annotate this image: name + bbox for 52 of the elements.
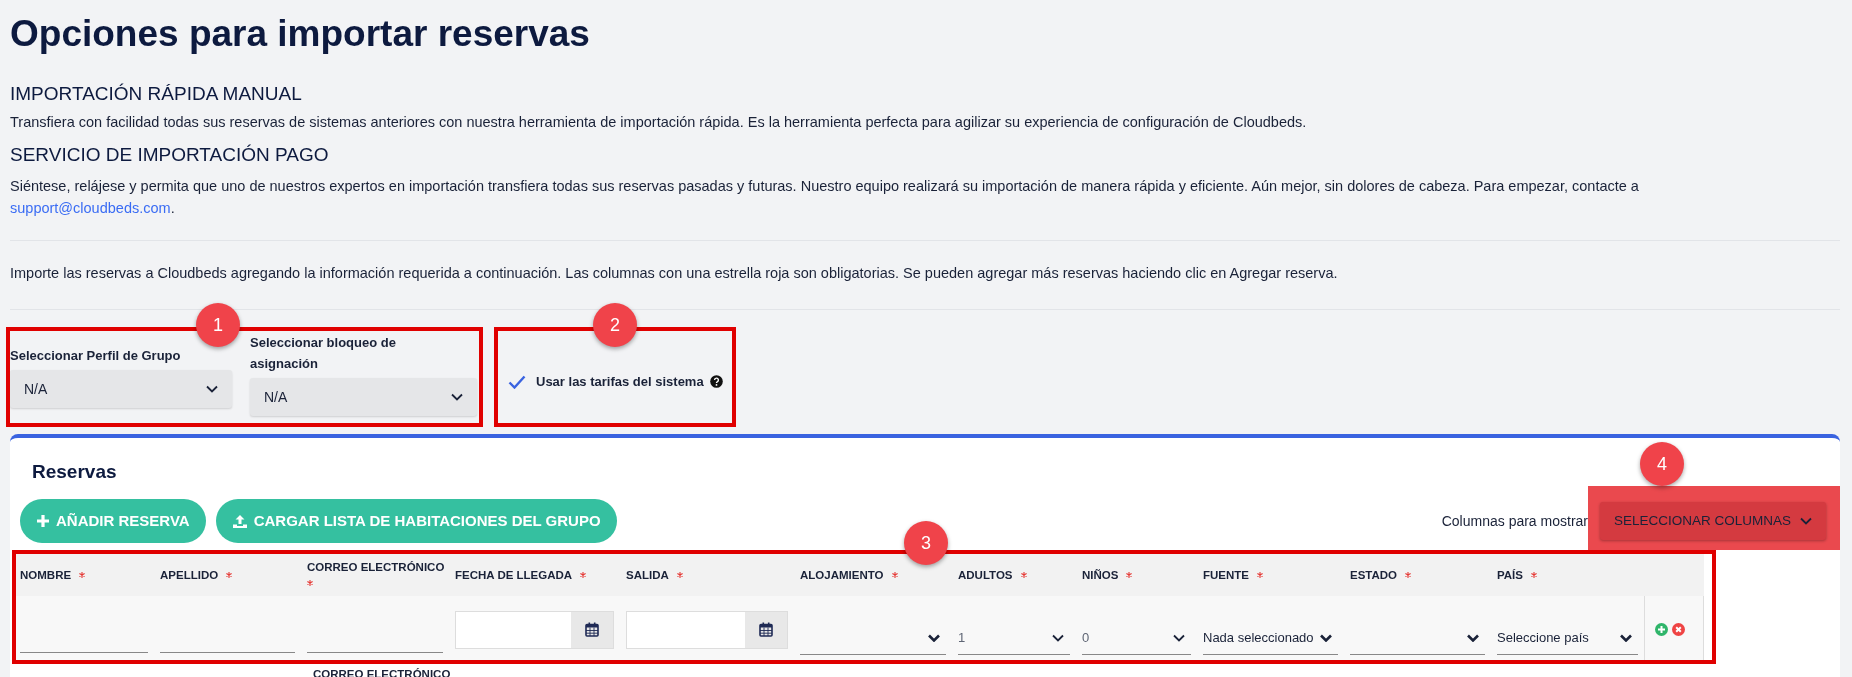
column-header: FECHA DE LLEGADA bbox=[455, 567, 573, 583]
plus-icon bbox=[36, 514, 50, 528]
field-label: Seleccionar bloqueo de asignación bbox=[250, 335, 396, 371]
checkbox-label: Usar las tarifas del sistema bbox=[536, 373, 704, 391]
date-input-field[interactable] bbox=[626, 610, 788, 649]
upload-icon bbox=[231, 513, 248, 529]
checkbox[interactable] bbox=[508, 373, 526, 390]
step-number-badge: 1 bbox=[196, 303, 240, 347]
select-dropdown[interactable]: 1 bbox=[958, 622, 1070, 655]
chevron-down-icon bbox=[1800, 517, 1812, 525]
column-header: SALIDA bbox=[626, 567, 669, 583]
section-heading: SERVICIO DE IMPORTACIÓN PAGO bbox=[10, 144, 330, 166]
section-heading: IMPORTACIÓN RÁPIDA MANUAL bbox=[10, 83, 303, 105]
chevron-down-icon bbox=[206, 385, 218, 393]
calendar-icon bbox=[759, 622, 773, 637]
column-header: ALOJAMIENTO bbox=[800, 567, 884, 583]
section-text: Transfiera con facilidad todas sus reservas de sistemas anteriores con nuestra herramienta de importación rápida. Es la herramienta perfecta para agilizar su experiencia de configuración de Cloudbeds. bbox=[10, 113, 1308, 132]
chevron-down-icon bbox=[451, 393, 463, 401]
chevron-down-icon bbox=[1052, 634, 1064, 642]
columns-label: Columnas para mostrar bbox=[1441, 511, 1588, 531]
calendar-icon bbox=[585, 622, 599, 637]
column-header: NOMBRE bbox=[20, 567, 72, 583]
field-label: Seleccionar Perfil de Grupo bbox=[10, 348, 181, 363]
columns-dropdown[interactable]: SELECCIONAR COLUMNAS bbox=[1600, 502, 1826, 540]
column-header: CORREO ELECTRÓNICO bbox=[307, 559, 445, 575]
chevron-down-icon bbox=[1173, 634, 1185, 642]
chevron-down-icon bbox=[1320, 634, 1332, 642]
date-input-field[interactable] bbox=[455, 610, 614, 649]
card-title: Reservas bbox=[32, 460, 117, 484]
select-dropdown[interactable]: N/A bbox=[250, 378, 477, 416]
instructions-text: Importe las reservas a Cloudbeds agregando la información requerida a continuación. Las columnas con una estrella roja son obligatorias. Se pueden agregar más reservas haciendo clic en Agregar reserva. bbox=[10, 264, 1339, 283]
column-header: APELLIDO bbox=[160, 567, 219, 583]
help-icon[interactable] bbox=[709, 375, 723, 389]
column-header: FUENTE bbox=[1203, 567, 1249, 583]
select-dropdown[interactable]: 0 bbox=[1082, 622, 1191, 655]
select-dropdown[interactable]: Nada seleccionado bbox=[1203, 622, 1338, 655]
column-header: PAÍS bbox=[1497, 567, 1523, 583]
column-header: ESTADO bbox=[1350, 567, 1398, 583]
chevron-down-icon bbox=[1467, 634, 1479, 642]
select-dropdown[interactable]: Seleccione país bbox=[1497, 622, 1638, 655]
add-row-icon[interactable] bbox=[1655, 623, 1668, 636]
column-header: ADULTOS bbox=[958, 567, 1013, 583]
section-text: Siéntese, relájese y permita que uno de nuestros expertos en importación transfiera todas sus reservas pasadas y futuras. Nuestro equipo realizará su importación de manera rápida y eficiente. Aún mejor, sin dolores de cabeza. Para empezar, contacte a support@cloudbeds.com. bbox=[10, 177, 1640, 218]
chevron-down-icon bbox=[1620, 634, 1632, 642]
select-dropdown[interactable]: N/A bbox=[10, 370, 232, 408]
column-header: NIÑOS bbox=[1082, 567, 1119, 583]
check-icon bbox=[508, 374, 526, 389]
page-title: Opciones para importar reservas bbox=[10, 12, 591, 56]
step-number-badge: 2 bbox=[593, 303, 637, 347]
email-link[interactable]: support@cloudbeds.com bbox=[10, 200, 171, 216]
chevron-down-icon bbox=[928, 634, 940, 642]
remove-row-icon[interactable] bbox=[1672, 623, 1685, 636]
